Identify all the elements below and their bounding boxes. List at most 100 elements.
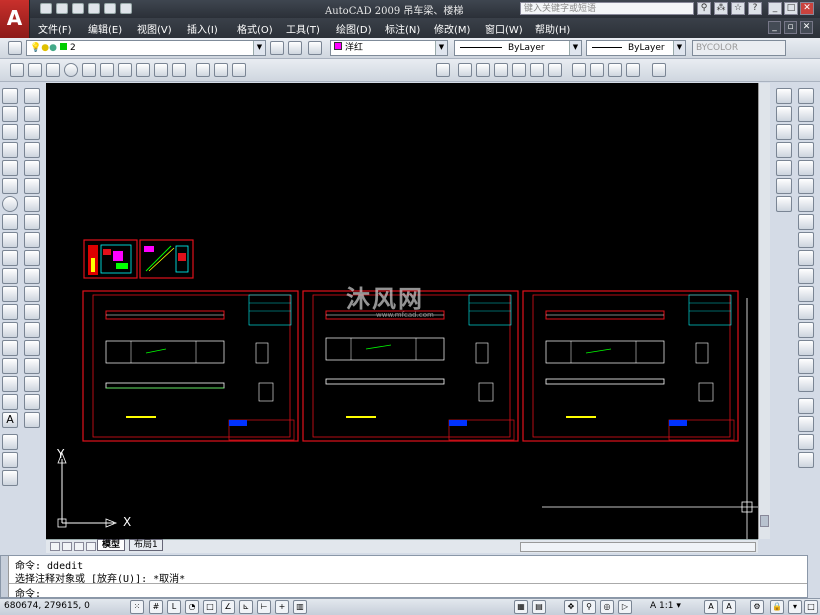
print-icon[interactable] [88,3,100,14]
dynamic-input-icon[interactable]: ⊢ [257,600,271,614]
layer-combo[interactable]: 💡●● 2 ▼ [26,40,266,56]
undo-icon[interactable] [104,3,116,14]
bring-above-icon[interactable] [798,434,814,450]
clean-screen-icon[interactable]: □ [804,600,818,614]
cylinder-icon[interactable] [82,63,96,77]
horizontal-scrollbar[interactable] [520,542,756,552]
continue-dimension-icon[interactable] [24,268,40,284]
menu-help[interactable]: 帮助(H) [535,21,570,36]
polar-tracking-icon[interactable]: ◔ [185,600,199,614]
tab-layout1[interactable]: 布局1 [129,539,163,551]
first-tab-icon[interactable] [50,542,60,551]
snap-quadrant-icon[interactable] [798,340,814,356]
menu-draw[interactable]: 绘图(D) [336,21,372,36]
jogged-dimension-icon[interactable] [24,178,40,194]
planar-surface-icon[interactable] [118,63,132,77]
angular-dimension-icon[interactable] [24,214,40,230]
arc-length-icon[interactable] [24,124,40,140]
redo-icon[interactable] [120,3,132,14]
draw-order-front-icon[interactable] [798,398,814,414]
new-file-icon[interactable] [40,3,52,14]
bottom-view-icon[interactable] [476,63,490,77]
insert-block-icon[interactable] [2,286,18,302]
menu-file[interactable]: 文件(F) [38,21,72,36]
snap-tangent-icon[interactable] [798,358,814,374]
lineweight-icon[interactable]: + [275,600,289,614]
linetype-combo[interactable]: ByLayer ▼ [454,40,582,56]
vertical-scrollbar[interactable] [758,83,770,539]
diameter-dimension-icon[interactable] [24,196,40,212]
linear-dimension-icon[interactable] [24,88,40,104]
open-file-icon[interactable] [56,3,68,14]
cone-icon[interactable] [46,63,60,77]
menu-edit[interactable]: 编辑(E) [88,21,122,36]
dimension-text-edit-icon[interactable] [24,412,40,428]
application-menu-button[interactable]: A [0,0,30,38]
mirror-icon[interactable] [776,124,792,140]
ordinate-dimension-icon[interactable] [24,142,40,158]
make-layer-current-icon[interactable] [270,41,284,55]
draw-order-back-icon[interactable] [798,416,814,432]
extend-icon[interactable] [798,160,814,176]
wedge-icon[interactable] [28,63,42,77]
region-icon[interactable] [2,376,18,392]
revolve-icon[interactable] [154,63,168,77]
stretch-icon[interactable] [798,124,814,140]
grid-display-icon[interactable]: # [149,600,163,614]
trim-icon[interactable] [798,142,814,158]
ortho-mode-icon[interactable]: L [167,600,181,614]
quick-view-layouts-icon[interactable]: ▤ [532,600,546,614]
color-combo[interactable]: 洋红 ▼ [330,40,448,56]
chevron-down-icon[interactable]: ▼ [673,41,685,55]
offset-icon[interactable] [776,142,792,158]
menu-tools[interactable]: 工具(T) [286,21,320,36]
intersect-icon[interactable] [232,63,246,77]
tolerance-icon[interactable] [24,322,40,338]
next-tab-icon[interactable] [74,542,84,551]
array-icon[interactable] [776,160,792,176]
nw-iso-view-icon[interactable] [626,63,640,77]
radius-dimension-icon[interactable] [24,160,40,176]
named-views-icon[interactable] [436,63,450,77]
prev-tab-icon[interactable] [62,542,72,551]
torus-icon[interactable] [100,63,114,77]
quick-properties-icon[interactable]: ▥ [293,600,307,614]
chevron-down-icon[interactable]: ▼ [435,41,447,55]
spline-icon[interactable] [2,232,18,248]
line-icon[interactable] [2,88,18,104]
polyline-icon[interactable] [2,124,18,140]
pan-icon[interactable] [2,434,18,450]
ne-iso-view-icon[interactable] [608,63,622,77]
menu-insert[interactable]: 插入(I) [187,21,218,36]
sweep-icon[interactable] [172,63,186,77]
menu-window[interactable]: 窗口(W) [485,21,523,36]
ellipse-arc-icon[interactable] [2,268,18,284]
dynamic-ucs-icon[interactable]: ⊾ [239,600,253,614]
copy-icon[interactable] [776,106,792,122]
doc-restore-button[interactable]: ▫ [784,21,797,34]
gradient-icon[interactable] [2,358,18,374]
make-block-icon[interactable] [2,304,18,320]
erase-icon[interactable] [776,88,792,104]
chevron-down-icon[interactable]: ▼ [569,41,581,55]
construction-line-icon[interactable] [2,106,18,122]
aligned-dimension-icon[interactable] [24,106,40,122]
zoom-status-icon[interactable]: ⚲ [582,600,596,614]
snap-intersection-icon[interactable] [798,304,814,320]
annotation-visibility-icon[interactable]: A [704,600,718,614]
front-view-icon[interactable] [530,63,544,77]
point-icon[interactable] [2,322,18,338]
save-icon[interactable] [72,3,84,14]
table-icon[interactable] [2,394,18,410]
quick-dimension-icon[interactable] [24,232,40,248]
explode-icon[interactable] [798,250,814,266]
send-under-icon[interactable] [798,452,814,468]
help-icon[interactable]: ? [748,2,762,15]
scale-icon[interactable] [798,106,814,122]
search-input[interactable]: 键入关键字或短语 [520,2,694,15]
menu-dimension[interactable]: 标注(N) [385,21,420,36]
se-iso-view-icon[interactable] [590,63,604,77]
move-icon[interactable] [776,178,792,194]
zoom-realtime-icon[interactable] [2,452,18,468]
top-view-icon[interactable] [458,63,472,77]
